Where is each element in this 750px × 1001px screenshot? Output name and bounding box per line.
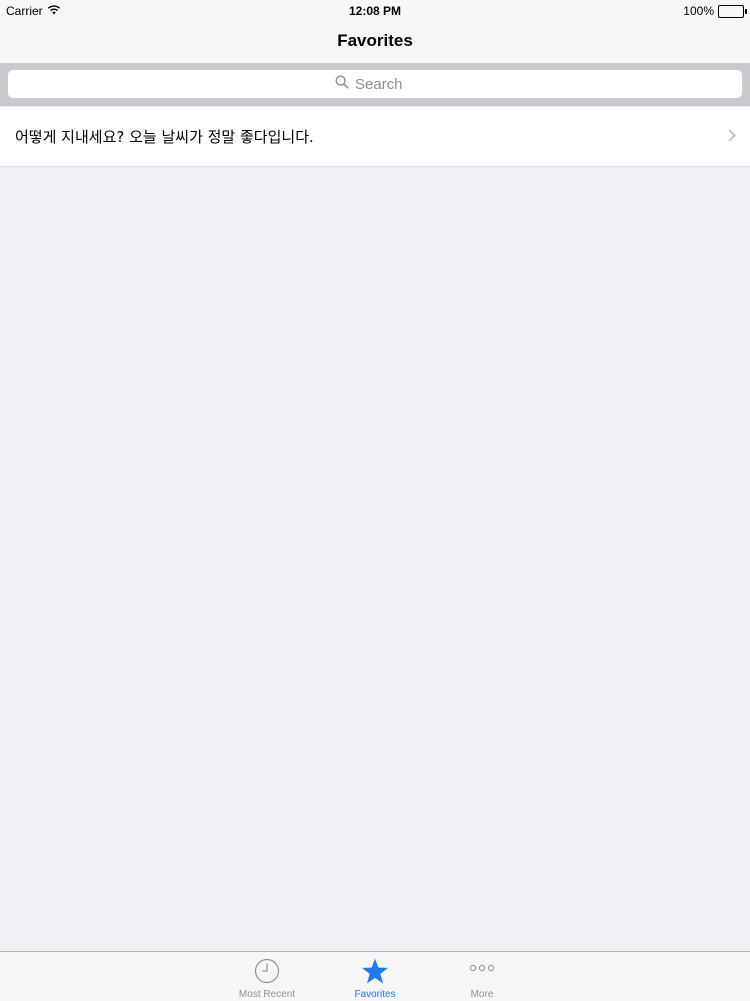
tab-favorites[interactable]: Favorites [320, 952, 430, 1001]
battery-icon [718, 4, 747, 18]
search-bar[interactable] [8, 70, 742, 98]
star-icon [320, 958, 430, 985]
more-icon [427, 964, 537, 972]
status-bar-right: 100% [683, 4, 747, 18]
list-item[interactable]: 어떻게 지내세요? 오늘 날씨가 정말 좋다입니다. [0, 107, 750, 167]
chevron-right-icon [728, 129, 736, 147]
search-bar-container [0, 63, 750, 106]
tab-label: More [470, 989, 494, 1000]
tab-more[interactable]: More [427, 952, 537, 1001]
battery-percent: 100% [683, 4, 714, 18]
clock-time: 12:08 PM [348, 4, 402, 18]
navigation-bar: Favorites [0, 20, 750, 63]
tab-bar: Most Recent Favorites More [0, 951, 750, 1001]
clock-icon [212, 958, 322, 984]
search-input[interactable] [355, 75, 415, 93]
search-icon [335, 75, 349, 93]
favorites-list: 어떻게 지내세요? 오늘 날씨가 정말 좋다입니다. [0, 107, 750, 167]
status-bar: Carrier 12:08 PM 100% [0, 0, 750, 20]
page-title: Favorites [337, 31, 413, 50]
tab-label: Favorites [354, 989, 396, 1000]
tab-most-recent[interactable]: Most Recent [212, 952, 322, 1001]
tab-label: Most Recent [238, 989, 296, 1000]
list-item-label: 어떻게 지내세요? 오늘 날씨가 정말 좋다입니다. [15, 128, 314, 146]
